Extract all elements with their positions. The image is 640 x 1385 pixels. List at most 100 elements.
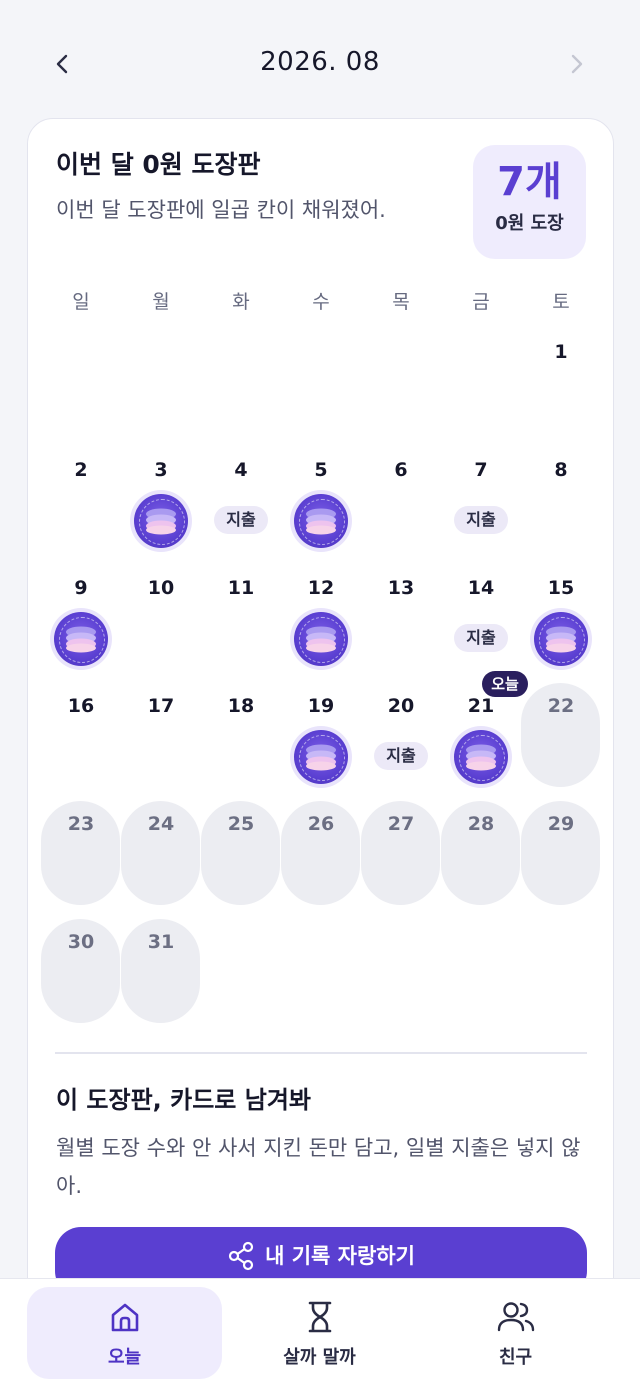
calendar-day[interactable]: 15 <box>521 563 601 681</box>
tab-label: 오늘 <box>107 1347 142 1368</box>
calendar-day[interactable]: 27 <box>361 799 441 917</box>
weekday-label: 수 <box>312 291 330 313</box>
calendar-empty-cell <box>201 327 281 445</box>
day-number: 5 <box>314 459 328 481</box>
day-number: 6 <box>394 459 408 481</box>
zero-won-stamp-icon <box>450 726 512 788</box>
tab-friends[interactable]: 친구 <box>418 1287 613 1379</box>
calendar-day[interactable]: 4 지출 <box>201 445 281 563</box>
day-number: 20 <box>387 695 415 717</box>
calendar-empty-cell <box>201 917 281 1035</box>
zero-won-stamp-icon <box>290 608 352 670</box>
calendar-day[interactable]: 13 <box>361 563 441 681</box>
day-number: 26 <box>307 813 335 835</box>
zero-won-stamp-icon <box>130 490 192 552</box>
calendar-day[interactable]: 3 <box>121 445 201 563</box>
day-number: 22 <box>547 695 575 717</box>
calendar-week: 1 <box>41 327 601 445</box>
zero-won-stamp-icon <box>530 608 592 670</box>
chevron-right-icon <box>571 54 583 74</box>
calendar-day[interactable]: 18 <box>201 681 281 799</box>
day-number: 2 <box>74 459 88 481</box>
calendar-day[interactable]: 28 <box>441 799 521 917</box>
day-number: 12 <box>307 577 335 599</box>
calendar-day[interactable]: 25 <box>201 799 281 917</box>
calendar-day[interactable]: 23 <box>41 799 121 917</box>
day-number: 3 <box>154 459 168 481</box>
tab-today[interactable]: 오늘 <box>27 1287 222 1379</box>
calendar-day[interactable]: 1 <box>521 327 601 445</box>
calendar-empty-cell <box>361 917 441 1035</box>
calendar-week: 30 31 <box>41 917 601 1035</box>
day-number: 29 <box>547 813 575 835</box>
calendar-empty-cell <box>521 917 601 1035</box>
day-number: 19 <box>307 695 335 717</box>
day-number: 23 <box>67 813 95 835</box>
day-number: 14 <box>467 577 495 599</box>
stamp-count: 7개 <box>497 159 562 205</box>
calendar-day[interactable]: 9 <box>41 563 121 681</box>
day-number: 17 <box>147 695 175 717</box>
calendar-day[interactable]: 29 <box>521 799 601 917</box>
calendar-day[interactable]: 14 지출 <box>441 563 521 681</box>
calendar-day[interactable]: 20 지출 <box>361 681 441 799</box>
spend-tag: 지출 <box>454 506 508 534</box>
calendar-empty-cell <box>441 327 521 445</box>
calendar-day[interactable]: 19 <box>281 681 361 799</box>
friends-icon <box>418 1299 613 1335</box>
calendar-day[interactable]: 17 <box>121 681 201 799</box>
calendar-day[interactable]: 11 <box>201 563 281 681</box>
day-number: 31 <box>147 931 175 953</box>
next-month-button[interactable] <box>557 44 597 84</box>
calendar-day[interactable]: 21 오늘 <box>441 671 528 799</box>
calendar-empty-cell <box>121 327 201 445</box>
weekday-label: 일 <box>72 291 90 313</box>
weekday-label: 월 <box>152 291 170 313</box>
zero-won-stamp-icon <box>50 608 112 670</box>
card-subtitle: 이번 달 도장판에 일곱 칸이 채워졌어. <box>56 198 386 222</box>
calendar-day[interactable]: 7 지출 <box>441 445 521 563</box>
calendar-day[interactable]: 31 <box>121 917 201 1035</box>
hourglass-icon <box>222 1299 417 1335</box>
calendar-empty-cell <box>281 327 361 445</box>
calendar-day[interactable]: 10 <box>121 563 201 681</box>
calendar-day[interactable]: 24 <box>121 799 201 917</box>
day-number: 4 <box>234 459 248 481</box>
weekday-header: 일 월 화 수 목 금 토 <box>41 287 601 317</box>
tab-label: 살까 말까 <box>283 1347 356 1368</box>
calendar-week: 2 3 4 지출 5 6 7 지출 8 <box>41 445 601 563</box>
weekday-label: 화 <box>232 291 250 313</box>
day-number: 16 <box>67 695 95 717</box>
day-number: 8 <box>554 459 568 481</box>
zero-won-stamp-icon <box>290 490 352 552</box>
calendar-day[interactable]: 6 <box>361 445 441 563</box>
home-icon <box>27 1299 222 1335</box>
day-number: 1 <box>554 341 568 363</box>
day-number: 25 <box>227 813 255 835</box>
tab-should-i-buy[interactable]: 살까 말까 <box>222 1287 417 1379</box>
share-button-label: 내 기록 자랑하기 <box>265 1244 415 1268</box>
card-title: 이번 달 0원 도장판 <box>56 150 261 179</box>
calendar-week: 23 24 25 26 27 28 29 <box>41 799 601 917</box>
calendar-day[interactable]: 16 <box>41 681 121 799</box>
divider <box>55 1052 587 1054</box>
calendar-day[interactable]: 8 <box>521 445 601 563</box>
day-number: 10 <box>147 577 175 599</box>
calendar-day[interactable]: 26 <box>281 799 361 917</box>
zero-won-stamp-icon <box>290 726 352 788</box>
day-number: 24 <box>147 813 175 835</box>
share-icon <box>227 1241 255 1271</box>
calendar-week: 9 10 11 12 13 14 지출 15 <box>41 563 601 681</box>
weekday-label: 금 <box>472 291 490 313</box>
calendar-day[interactable]: 12 <box>281 563 361 681</box>
spend-tag: 지출 <box>454 624 508 652</box>
calendar-day[interactable]: 30 <box>41 917 121 1035</box>
day-number: 18 <box>227 695 255 717</box>
bottom-nav: 오늘 살까 말까 친구 <box>0 1278 640 1385</box>
calendar-day[interactable]: 5 <box>281 445 361 563</box>
spend-tag: 지출 <box>374 742 428 770</box>
calendar-day[interactable]: 22 <box>521 681 601 799</box>
calendar-day[interactable]: 2 <box>41 445 121 563</box>
calendar-empty-cell <box>441 917 521 1035</box>
tab-label: 친구 <box>498 1347 533 1368</box>
